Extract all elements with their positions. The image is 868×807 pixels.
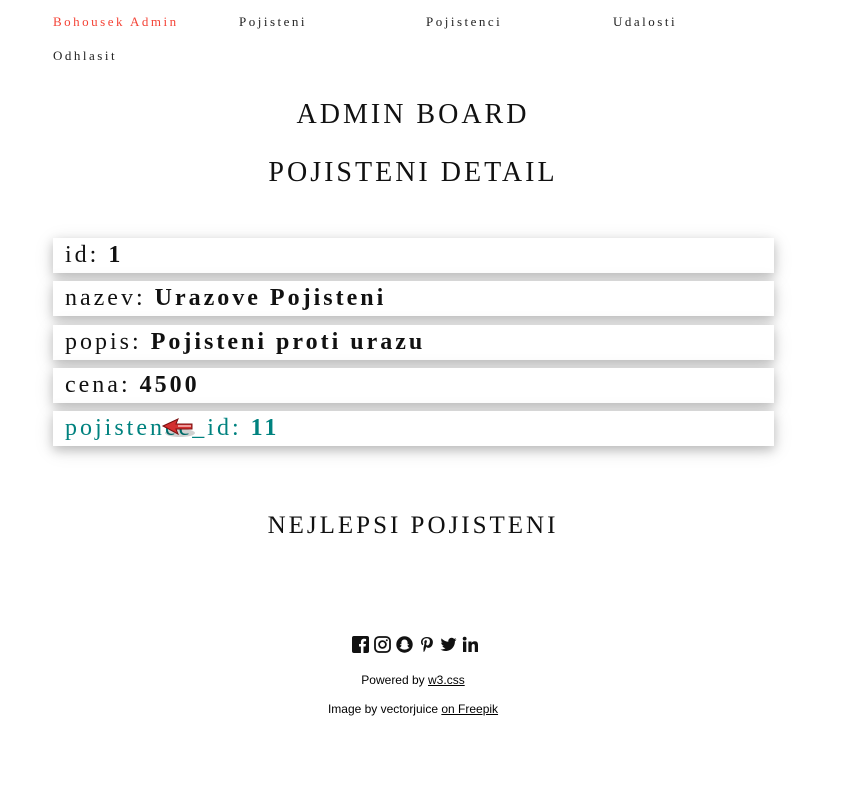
detail-value: Pojisteni proti urazu — [150, 329, 426, 355]
mouse-pointer-icon — [161, 418, 195, 437]
nav-item-pojistenci[interactable]: Pojistenci — [426, 14, 502, 30]
detail-label: nazev: — [65, 285, 146, 311]
detail-value: 1 — [108, 242, 124, 268]
pinterest-icon[interactable] — [418, 636, 435, 653]
nav-item-pojisteni[interactable]: Pojisteni — [239, 14, 307, 30]
page-title: ADMIN BOARD — [296, 99, 530, 130]
nav-brand[interactable]: Bohousek Admin — [53, 14, 179, 30]
powered-by: Powered by w3.css — [0, 673, 826, 687]
freepik-link[interactable]: on Freepik — [441, 702, 498, 716]
detail-label: pojistenec_id: — [65, 415, 242, 441]
snapchat-icon[interactable] — [396, 636, 413, 653]
facebook-icon[interactable] — [352, 636, 369, 653]
detail-value: 11 — [250, 415, 280, 441]
social-links — [352, 636, 479, 654]
detail-row-id: id: 1 — [53, 238, 774, 273]
detail-label: popis: — [65, 329, 142, 355]
detail-row-cena: cena: 4500 — [53, 368, 774, 403]
image-credit: Image by vectorjuice on Freepik — [0, 702, 826, 716]
powered-by-prefix: Powered by — [361, 673, 425, 687]
nav-logout[interactable]: Odhlasit — [53, 48, 117, 64]
detail-label: id: — [65, 242, 100, 268]
instagram-icon[interactable] — [374, 636, 391, 653]
twitter-icon[interactable] — [440, 636, 457, 653]
detail-value: Urazove Pojisteni — [154, 285, 387, 311]
w3css-link[interactable]: w3.css — [428, 673, 465, 687]
detail-row-popis: popis: Pojisteni proti urazu — [53, 325, 774, 360]
section-title: NEJLEPSI POJISTENI — [267, 512, 559, 539]
detail-row-nazev: nazev: Urazove Pojisteni — [53, 281, 774, 316]
linkedin-icon[interactable] — [462, 636, 479, 653]
image-credit-prefix: Image by vectorjuice — [327, 702, 438, 716]
detail-label: cena: — [65, 372, 131, 398]
detail-value: 4500 — [139, 372, 200, 398]
page-subtitle: POJISTENI DETAIL — [268, 157, 558, 188]
nav-item-udalosti[interactable]: Udalosti — [613, 14, 677, 30]
